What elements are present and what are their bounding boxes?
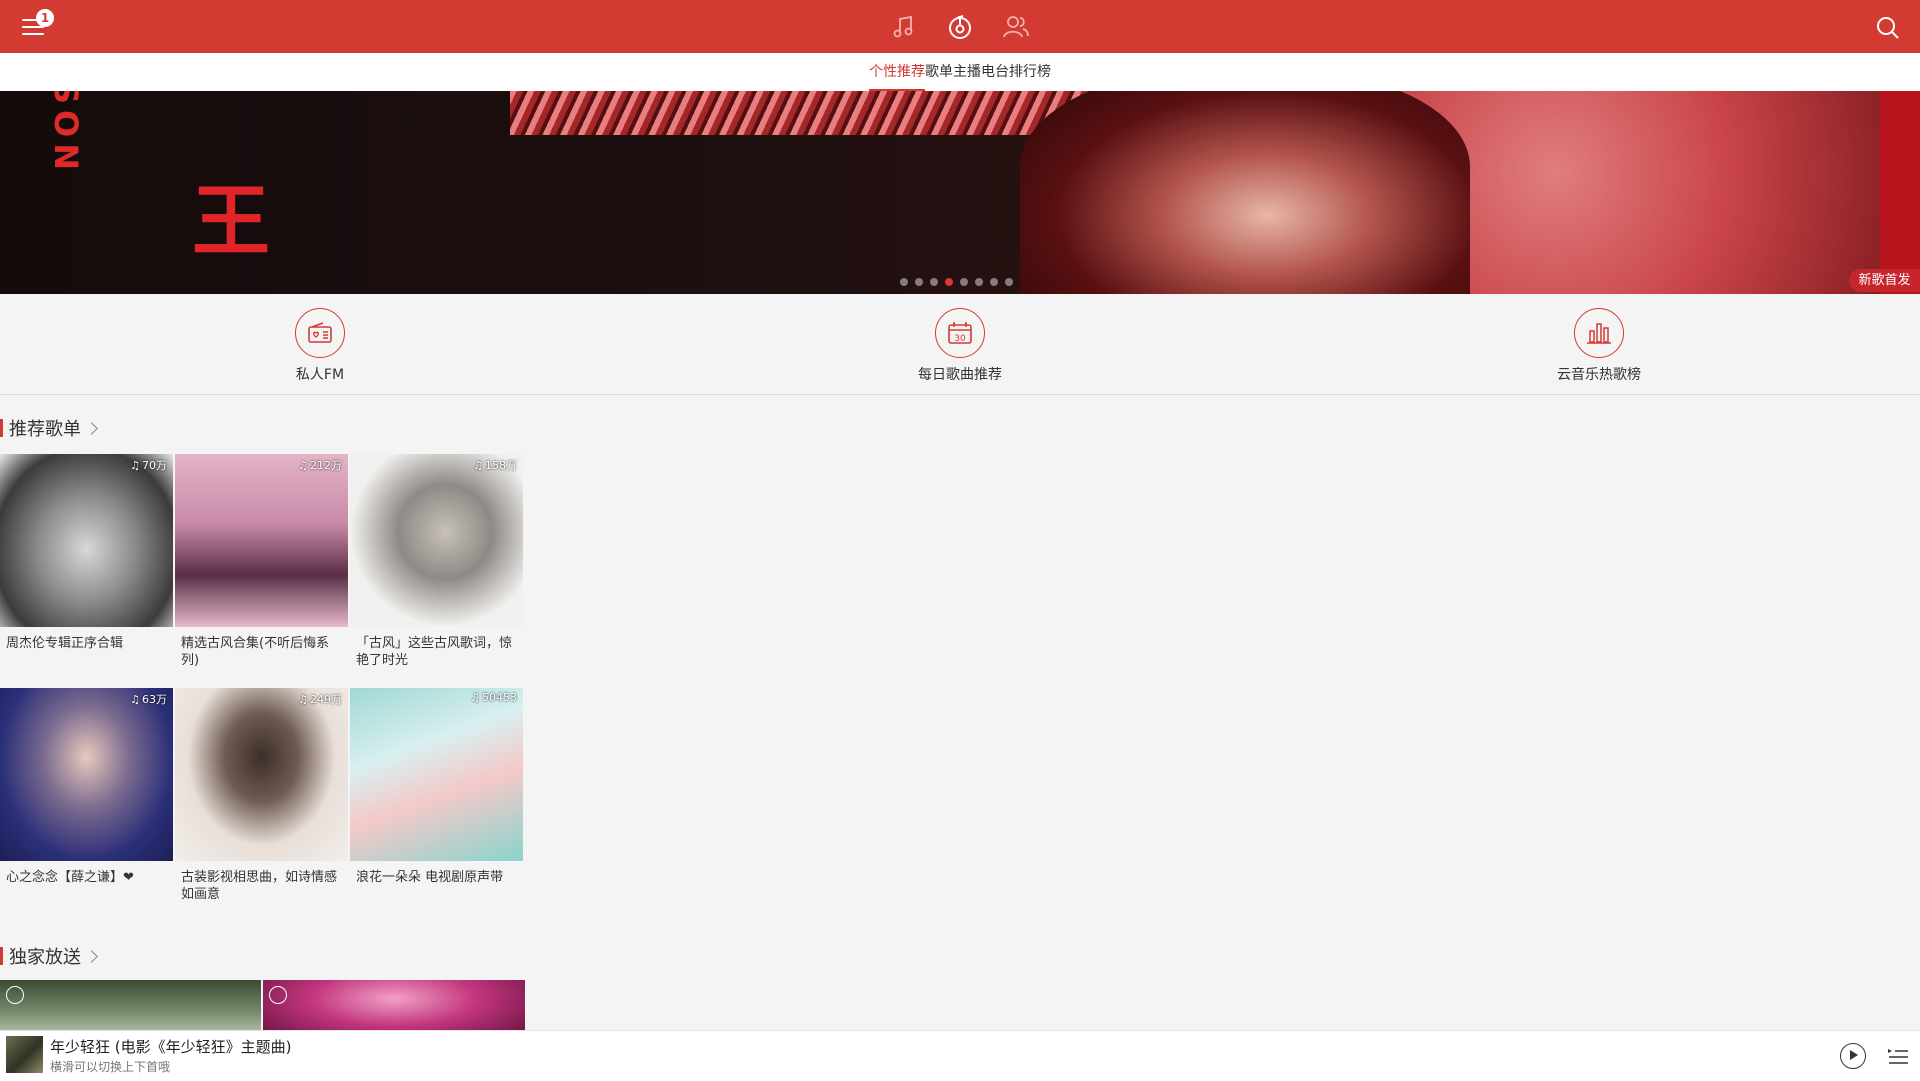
playlist-title: 周杰伦专辑正序合辑 (6, 636, 124, 651)
playlist-cover: ♫ 249万 (175, 688, 348, 861)
playlist-card[interactable]: ♫ 249万 古装影视相思曲，如诗情感如画意 (175, 688, 348, 903)
playlist-card[interactable]: ♫ 63万 心之念念【薛之谦】❤ (0, 688, 173, 886)
headphones-icon: ♫ (470, 691, 480, 704)
playlist-card[interactable]: ♫ 70万 周杰伦专辑正序合辑 (0, 454, 173, 652)
calendar-day: 30 (954, 334, 966, 344)
exclusive-header[interactable]: 独家放送 (0, 944, 98, 968)
bar-chart-icon (1574, 308, 1624, 358)
playlist-card[interactable]: ♫ 212万 精选古风合集(不听后悔系列) (175, 454, 348, 669)
carousel-dot[interactable] (960, 278, 968, 286)
play-count: ♫ 70万 (130, 457, 167, 473)
section-title: 推荐歌单 (9, 419, 81, 440)
banner-title-char: 王 (192, 177, 271, 267)
tab-playlists[interactable]: 歌单 (925, 53, 953, 91)
calendar-icon: 30 (935, 308, 985, 358)
now-playing-title: 年少轻狂 (电影《年少轻狂》主题曲) (50, 1038, 292, 1056)
carousel-dot[interactable] (930, 278, 938, 286)
search-icon[interactable] (1874, 14, 1902, 42)
play-count-value: 212万 (310, 459, 342, 472)
private-fm-button[interactable]: 私人FM (260, 308, 380, 384)
playlist-title: 「古风」这些古风歌词，惊艳了时光 (356, 636, 513, 668)
play-button[interactable] (1840, 1043, 1866, 1069)
hot-chart-button[interactable]: 云音乐热歌榜 (1539, 308, 1659, 384)
playlist-cover: ♫ 63万 (0, 688, 173, 861)
tab-personal-recommend[interactable]: 个性推荐 (869, 53, 925, 91)
carousel-dot[interactable] (915, 278, 923, 286)
hot-chart-label: 云音乐热歌榜 (1557, 367, 1641, 383)
headphones-icon: ♫ (130, 692, 140, 706)
private-fm-label: 私人FM (295, 367, 345, 383)
mini-player[interactable]: 年少轻狂 (电影《年少轻狂》主题曲) 横滑可以切换上下首哦 (0, 1030, 1920, 1081)
headphones-icon: ♫ (130, 458, 140, 472)
headphones-icon: ♫ (473, 458, 483, 472)
banner-tag: 新歌首发 (1849, 269, 1920, 292)
playlist-title: 心之念念【薛之谦】❤ (6, 870, 134, 885)
playlist-card[interactable]: ♫ 158万 「古风」这些古风歌词，惊艳了时光 (350, 454, 523, 669)
play-count-value: 50453 (482, 691, 517, 704)
playlist-card[interactable]: ♫ 50453 浪花一朵朵 电视剧原声带 (350, 688, 523, 886)
video-icon (6, 986, 24, 1004)
carousel-dot[interactable] (975, 278, 983, 286)
tab-bar: 个性推荐 歌单 主播电台 排行榜 (0, 53, 1920, 92)
music-note-icon[interactable] (889, 12, 919, 42)
play-count-value: 63万 (142, 693, 167, 706)
recommended-playlists-header[interactable]: 推荐歌单 (0, 416, 98, 440)
headphones-icon: ♫ (298, 692, 308, 706)
section-marker (0, 947, 3, 965)
tab-radio[interactable]: 主播电台 (953, 53, 1009, 91)
play-count: ♫ 50453 (470, 691, 517, 704)
play-count-value: 158万 (485, 459, 517, 472)
playlist-cover: ♫ 70万 (0, 454, 173, 627)
carousel-dot[interactable] (1005, 278, 1013, 286)
notification-badge: 1 (36, 9, 54, 27)
album-thumbnail[interactable] (6, 1036, 43, 1073)
radio-disc-icon[interactable] (945, 12, 975, 42)
carousel-dot[interactable] (900, 278, 908, 286)
play-count-value: 249万 (310, 693, 342, 706)
carousel-dot[interactable] (990, 278, 998, 286)
playlist-title: 古装影视相思曲，如诗情感如画意 (181, 870, 338, 902)
playlist-title: 浪花一朵朵 电视剧原声带 (356, 870, 504, 885)
playlist-cover: ♫ 50453 (350, 688, 523, 861)
play-count: ♫ 212万 (298, 457, 342, 473)
tab-list: 个性推荐 歌单 主播电台 排行榜 (869, 53, 1051, 91)
now-playing-hint: 横滑可以切换上下首哦 (50, 1060, 171, 1074)
banner-vertical-text: SON (47, 91, 85, 177)
play-count: ♫ 63万 (130, 691, 167, 707)
play-count: ♫ 249万 (298, 691, 342, 707)
video-icon (269, 986, 287, 1004)
banner-carousel[interactable]: SON 王 新歌首发 (0, 91, 1920, 294)
banner-artist-photo (1020, 91, 1470, 294)
menu-icon-line (22, 33, 44, 35)
playlist-cover: ♫ 212万 (175, 454, 348, 627)
tab-charts[interactable]: 排行榜 (1009, 53, 1051, 91)
headphones-icon: ♫ (298, 458, 308, 472)
play-count: ♫ 158万 (473, 457, 517, 473)
chevron-right-icon (85, 949, 98, 963)
playlist-cover: ♫ 158万 (350, 454, 523, 627)
banner-stripe (1880, 91, 1920, 294)
play-count-value: 70万 (142, 459, 167, 472)
radio-icon (295, 308, 345, 358)
section-marker (0, 419, 3, 437)
section-title: 独家放送 (9, 947, 81, 968)
chevron-right-icon (85, 421, 98, 435)
carousel-indicator (900, 278, 1013, 286)
playlist-title: 精选古风合集(不听后悔系列) (181, 636, 330, 668)
friends-icon[interactable] (1001, 12, 1031, 42)
carousel-dot-active[interactable] (945, 278, 953, 286)
quick-entries: 私人FM 30 每日歌曲推荐 云音乐热歌榜 (0, 294, 1920, 395)
top-bar: 1 (0, 0, 1920, 53)
daily-recommend-label: 每日歌曲推荐 (918, 367, 1002, 383)
playlist-queue-icon[interactable] (1886, 1045, 1910, 1067)
daily-recommend-button[interactable]: 30 每日歌曲推荐 (900, 308, 1020, 384)
